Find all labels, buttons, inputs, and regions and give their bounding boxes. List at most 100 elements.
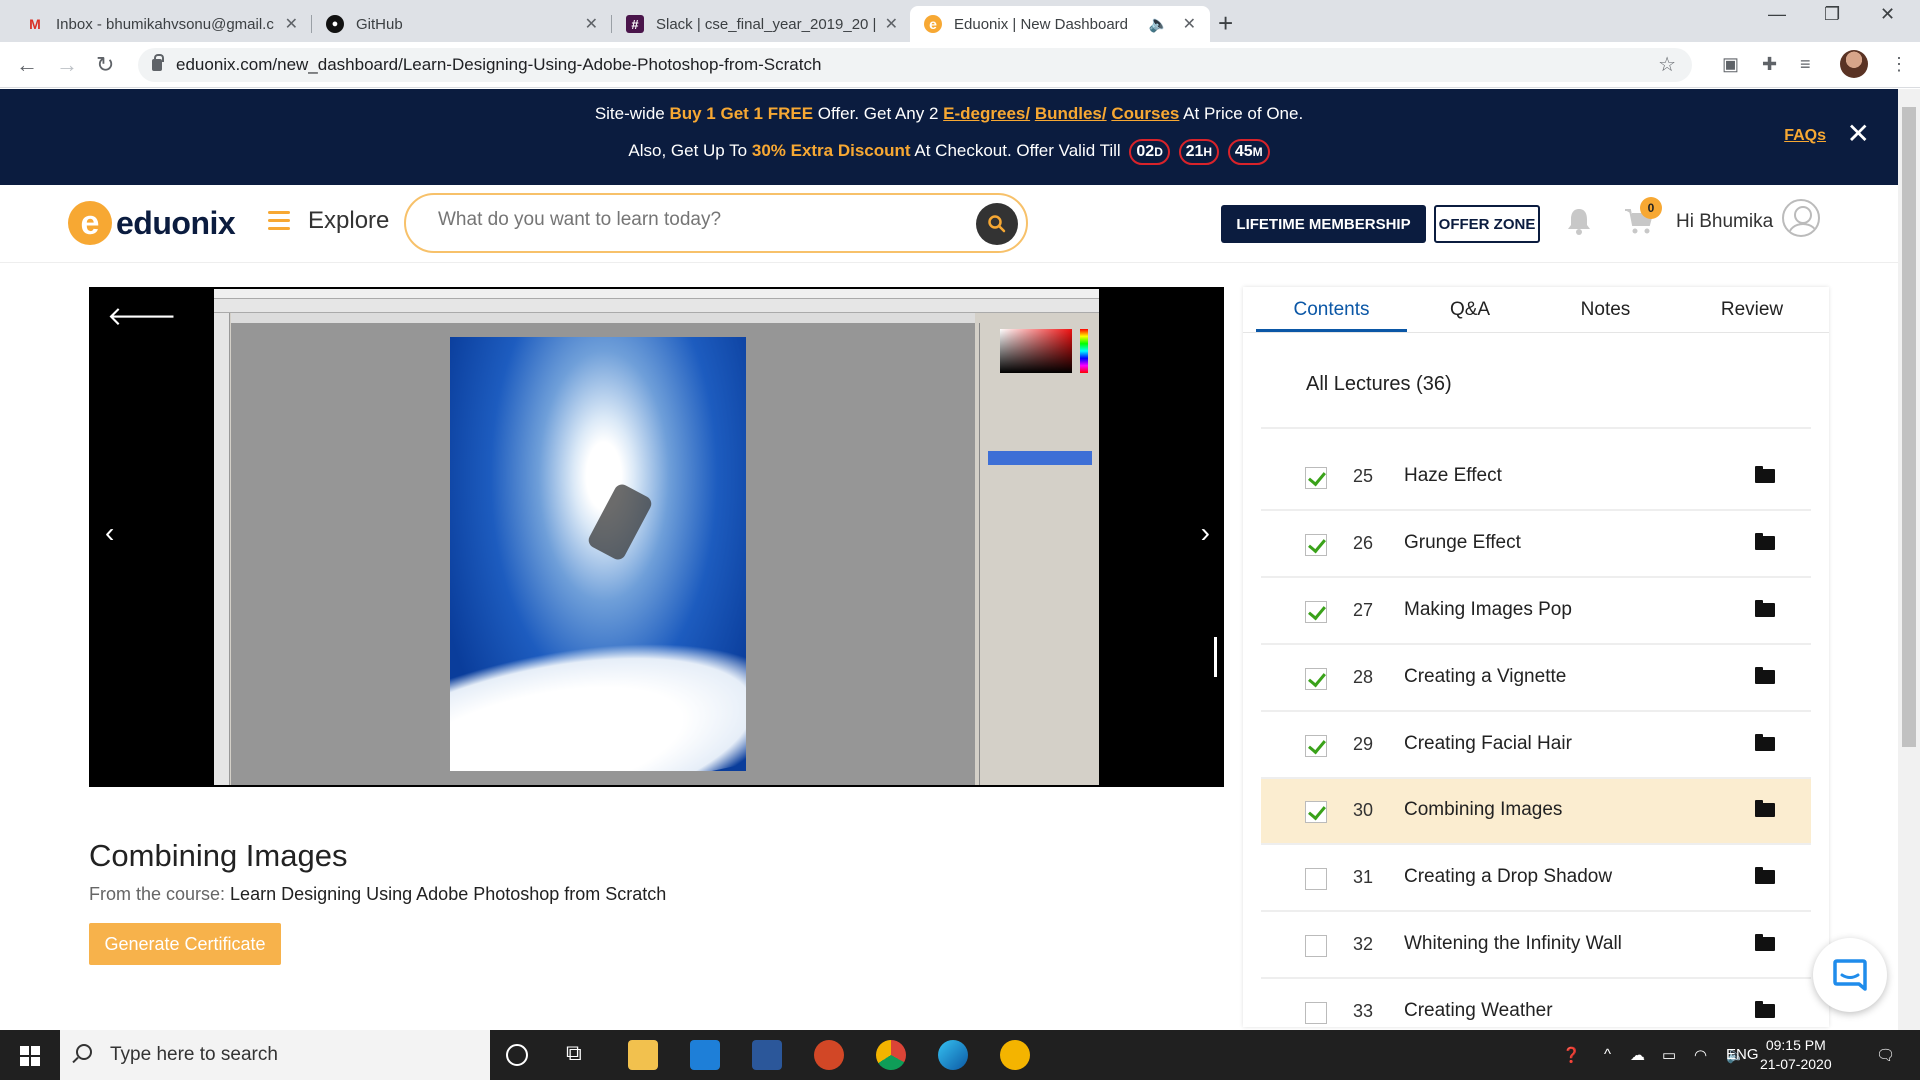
notification-bell-icon[interactable] [1566,207,1592,240]
faqs-link[interactable]: FAQs [1784,127,1826,145]
completed-checkbox[interactable] [1305,534,1327,556]
folder-icon[interactable] [1755,800,1775,817]
folder-icon[interactable] [1755,734,1775,751]
forward-icon[interactable]: → [56,52,78,78]
extension-icon[interactable]: ▣ [1722,54,1739,75]
incomplete-checkbox[interactable] [1305,935,1327,957]
folder-icon[interactable] [1755,533,1775,550]
app-icon[interactable] [1000,1040,1030,1070]
mail-icon[interactable] [690,1040,720,1070]
search-input[interactable] [438,209,958,231]
back-icon[interactable]: ← [16,52,38,78]
cortana-icon[interactable] [506,1044,528,1066]
tab-qa[interactable]: Q&A [1407,299,1533,321]
edegrees-link[interactable]: E-degrees/ [943,104,1030,123]
fullscreen-icon[interactable] [1214,637,1224,677]
windows-start-icon[interactable] [20,1046,40,1066]
page-scrollbar[interactable] [1898,89,1920,1030]
battery-icon[interactable]: ▭ [1662,1046,1676,1064]
tab-notes[interactable]: Notes [1533,299,1678,321]
lecture-row-current[interactable]: 30 Combining Images [1261,779,1811,845]
clock[interactable]: 09:15 PM 21-07-2020 [1760,1036,1832,1074]
incomplete-checkbox[interactable] [1305,868,1327,890]
windows-taskbar: Type here to search ⧉ ❓ ^ ☁ ▭ ◠ 🔈 ENG 09… [0,1030,1920,1080]
notification-center-icon[interactable]: 🗨 [1876,1046,1895,1064]
course-name[interactable]: Learn Designing Using Adobe Photoshop fr… [230,884,666,904]
show-hidden-icons[interactable]: ^ [1604,1046,1611,1063]
help-icon[interactable]: ❓ [1562,1046,1581,1064]
maximize-icon[interactable]: ❐ [1824,4,1840,25]
folder-icon[interactable] [1755,466,1775,483]
taskbar-search[interactable]: Type here to search [60,1030,490,1080]
reload-icon[interactable]: ↻ [96,52,114,78]
lifetime-membership-button[interactable]: LIFETIME MEMBERSHIP [1221,205,1426,243]
task-view-icon[interactable]: ⧉ [566,1040,596,1070]
completed-checkbox[interactable] [1305,668,1327,690]
user-avatar-icon[interactable] [1782,199,1820,237]
puzzle-icon[interactable]: ✚ [1762,54,1777,75]
eduonix-logo[interactable]: e eduonix [68,201,236,245]
lecture-row[interactable]: 33 Creating Weather [1261,980,1811,1027]
close-tab-icon[interactable]: ✕ [285,14,298,34]
new-tab-button[interactable]: + [1218,8,1233,39]
profile-avatar[interactable] [1840,50,1868,78]
back-arrow-icon[interactable]: 🡐 [107,301,177,332]
close-window-icon[interactable]: ✕ [1880,4,1895,25]
previous-lecture-icon[interactable]: ‹ [105,517,114,549]
next-lecture-icon[interactable]: › [1201,517,1210,549]
generate-certificate-button[interactable]: Generate Certificate [89,923,281,965]
wifi-icon[interactable]: ◠ [1694,1046,1707,1064]
lecture-row[interactable]: 27 Making Images Pop [1261,579,1811,645]
folder-icon[interactable] [1755,1001,1775,1018]
offer-zone-button[interactable]: OFFER ZONE [1434,205,1540,243]
search-button[interactable] [976,203,1018,245]
lecture-row[interactable]: 28 Creating a Vignette [1261,646,1811,712]
hamburger-menu-icon[interactable] [268,211,290,235]
close-banner-icon[interactable]: ✕ [1847,117,1870,150]
browser-tab-slack[interactable]: # Slack | cse_final_year_2019_20 | A ✕ [612,6,912,42]
user-greeting[interactable]: Hi Bhumika [1676,211,1773,233]
chrome-icon[interactable] [876,1040,906,1070]
file-explorer-icon[interactable] [628,1040,658,1070]
completed-checkbox[interactable] [1305,801,1327,823]
tab-contents[interactable]: Contents [1256,299,1407,321]
url-field[interactable]: eduonix.com/new_dashboard/Learn-Designin… [138,48,1692,82]
edge-icon[interactable] [938,1040,968,1070]
completed-checkbox[interactable] [1305,735,1327,757]
completed-checkbox[interactable] [1305,601,1327,623]
tab-review[interactable]: Review [1678,299,1826,321]
lecture-row[interactable]: 31 Creating a Drop Shadow [1261,846,1811,912]
courses-link[interactable]: Courses [1111,104,1179,123]
close-tab-icon[interactable]: ✕ [885,14,898,34]
lecture-row[interactable]: 29 Creating Facial Hair [1261,713,1811,779]
close-tab-icon[interactable]: ✕ [585,14,598,34]
close-tab-icon[interactable]: ✕ [1183,14,1196,34]
folder-icon[interactable] [1755,934,1775,951]
bundles-link[interactable]: Bundles/ [1035,104,1107,123]
language-indicator[interactable]: ENG [1726,1046,1759,1063]
browser-tab-gmail[interactable]: M Inbox - bhumikahvsonu@gmail.c ✕ [12,6,312,42]
folder-icon[interactable] [1755,667,1775,684]
scrollbar-thumb[interactable] [1902,107,1916,747]
incomplete-checkbox[interactable] [1305,1002,1327,1024]
browser-tab-github[interactable]: ● GitHub ✕ [312,6,612,42]
folder-icon[interactable] [1755,867,1775,884]
minimize-icon[interactable]: — [1768,4,1786,25]
video-player[interactable]: 🡐 ‹ › [89,287,1224,787]
chat-support-button[interactable] [1813,938,1887,1012]
speaker-icon[interactable]: 🔈 [1149,14,1169,34]
media-control-icon[interactable]: ≡ [1800,54,1811,75]
lecture-row[interactable]: 25 Haze Effect [1261,445,1811,511]
explore-link[interactable]: Explore [308,207,389,235]
powerpoint-icon[interactable] [814,1040,844,1070]
folder-icon[interactable] [1755,600,1775,617]
browser-tab-eduonix[interactable]: e Eduonix | New Dashboard 🔈 ✕ [910,6,1210,42]
lecture-row[interactable]: 26 Grunge Effect [1261,512,1811,578]
word-icon[interactable] [752,1040,782,1070]
lecture-row[interactable]: 32 Whitening the Infinity Wall [1261,913,1811,979]
menu-dots-icon[interactable]: ⋮ [1890,54,1908,75]
completed-checkbox[interactable] [1305,467,1327,489]
onedrive-icon[interactable]: ☁ [1630,1046,1645,1064]
promo-line-1: Site-wide Buy 1 Get 1 FREE Offer. Get An… [594,104,1304,123]
bookmark-star-icon[interactable]: ☆ [1658,52,1676,77]
